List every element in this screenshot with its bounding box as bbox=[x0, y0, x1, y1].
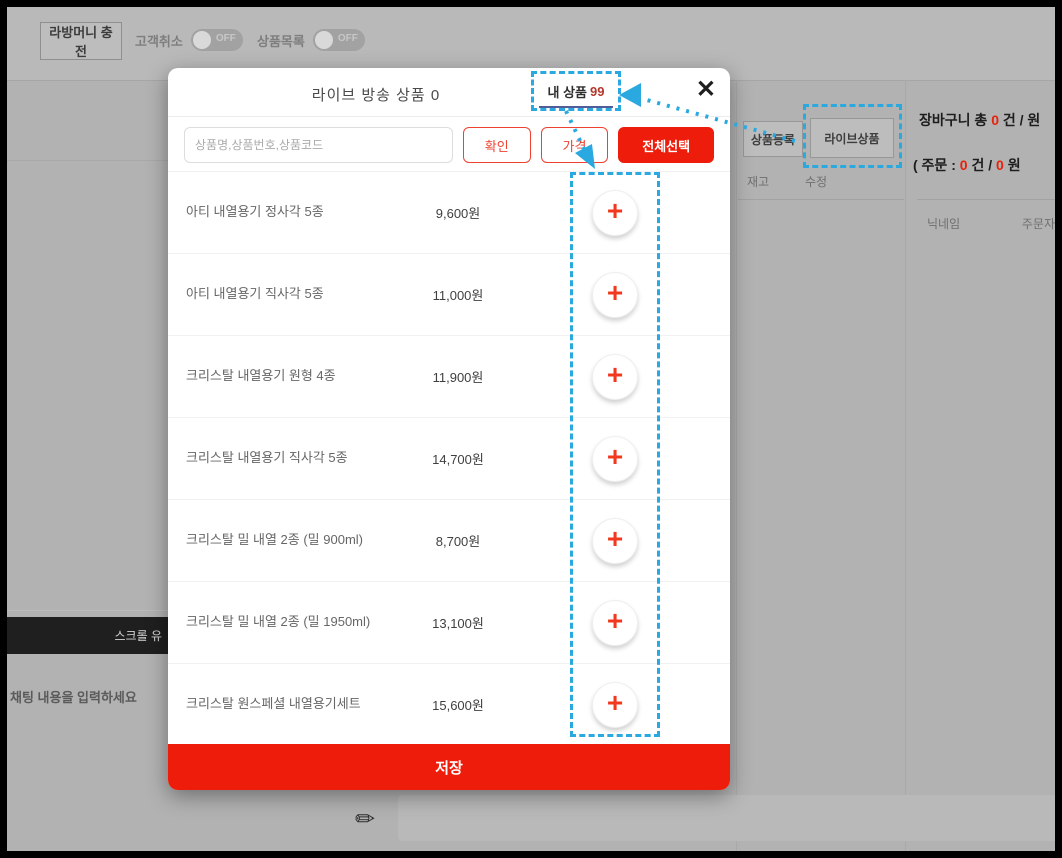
product-name: 아티 내열용기 정사각 5종 bbox=[186, 201, 398, 223]
customer-cancel-toggle-group: 고객취소 OFF bbox=[135, 29, 243, 51]
tab-live-products[interactable]: 라이브상품 bbox=[810, 118, 894, 158]
product-price: 11,000원 bbox=[398, 285, 518, 304]
order-summary: ( 주문 : 0 건 / 0 원 bbox=[913, 155, 1055, 175]
product-price: 8,700원 bbox=[398, 531, 518, 550]
confirm-button[interactable]: 확인 bbox=[463, 127, 531, 163]
product-price: 11,900원 bbox=[398, 367, 518, 386]
product-price: 15,600원 bbox=[398, 695, 518, 714]
order-amount: 0 bbox=[996, 157, 1004, 173]
pencil-icon[interactable]: ✏ bbox=[355, 805, 375, 834]
add-product-button[interactable]: + bbox=[592, 518, 638, 564]
customer-cancel-label: 고객취소 bbox=[135, 31, 183, 50]
divider bbox=[917, 199, 1055, 200]
my-products-label: 내 상품 bbox=[548, 82, 588, 101]
product-list-label: 상품목록 bbox=[257, 31, 305, 50]
order-mid: 건 / bbox=[971, 157, 992, 173]
product-name: 크리스탈 내열용기 원형 4종 bbox=[186, 365, 398, 387]
plus-cell: + bbox=[570, 682, 660, 728]
product-search-input[interactable] bbox=[184, 127, 453, 163]
add-product-button[interactable]: + bbox=[592, 600, 638, 646]
product-row: 아티 내열용기 직사각 5종 11,000원 + bbox=[168, 254, 730, 336]
close-icon[interactable]: ✕ bbox=[696, 78, 716, 102]
plus-icon: + bbox=[607, 197, 623, 225]
column-header-stock: 재고 bbox=[747, 173, 769, 190]
column-header-orderer: 주문자 bbox=[1022, 215, 1055, 232]
divider bbox=[7, 610, 168, 611]
column-header-edit: 수정 bbox=[805, 173, 827, 190]
search-toolbar: 확인 가격 전체선택 bbox=[168, 117, 730, 171]
product-row: 크리스탈 밀 내열 2종 (밀 1950ml) 13,100원 + bbox=[168, 582, 730, 664]
product-row: 아티 내열용기 정사각 5종 9,600원 + bbox=[168, 172, 730, 254]
order-count: 0 bbox=[960, 157, 968, 173]
add-product-button[interactable]: + bbox=[592, 354, 638, 400]
add-product-button[interactable]: + bbox=[592, 190, 638, 236]
order-table-headers: 닉네임 주문자 bbox=[927, 215, 1055, 232]
toggle-state-label: OFF bbox=[216, 33, 236, 44]
product-row: 크리스탈 원스페셜 내열용기세트 15,600원 + bbox=[168, 664, 730, 746]
toggle-knob bbox=[315, 31, 333, 49]
charge-money-button[interactable]: 라방머니 충전 bbox=[40, 22, 122, 60]
add-product-button[interactable]: + bbox=[592, 272, 638, 318]
my-products-count: 99 bbox=[590, 84, 604, 99]
plus-cell: + bbox=[570, 354, 660, 400]
divider bbox=[738, 199, 904, 200]
price-button[interactable]: 가격 bbox=[541, 127, 609, 163]
plus-cell: + bbox=[570, 272, 660, 318]
order-suffix: 원 bbox=[1008, 157, 1021, 173]
cart-summary: 장바구니 총 0 건 / 원 bbox=[919, 110, 1055, 130]
product-row: 크리스탈 밀 내열 2종 (밀 900ml) 8,700원 + bbox=[168, 500, 730, 582]
product-name: 크리스탈 원스페셜 내열용기세트 bbox=[186, 693, 398, 715]
plus-cell: + bbox=[570, 518, 660, 564]
my-products-button[interactable]: 내 상품 99 bbox=[531, 71, 621, 111]
live-product-modal: 라이브 방송 상품 0 내 상품 99 ✕ 확인 가격 전체선택 아티 내열용기… bbox=[168, 68, 730, 790]
plus-icon: + bbox=[607, 279, 623, 307]
scroll-keep-bar[interactable]: 스크롤 유 bbox=[7, 617, 168, 654]
panel-divider bbox=[905, 80, 906, 851]
plus-cell: + bbox=[570, 190, 660, 236]
product-row: 크리스탈 내열용기 직사각 5종 14,700원 + bbox=[168, 418, 730, 500]
scroll-keep-label: 스크롤 유 bbox=[115, 627, 163, 644]
product-row: 크리스탈 내열용기 원형 4종 11,900원 + bbox=[168, 336, 730, 418]
plus-icon: + bbox=[607, 525, 623, 553]
modal-title: 라이브 방송 상품 0 bbox=[256, 84, 496, 105]
chat-input-area[interactable] bbox=[398, 795, 1055, 841]
product-list-toggle-group: 상품목록 OFF bbox=[257, 29, 365, 51]
panel-divider bbox=[736, 80, 737, 851]
product-list-toggle[interactable]: OFF bbox=[313, 29, 365, 51]
my-products-underline bbox=[539, 106, 613, 108]
cart-suffix: 건 / 원 bbox=[1003, 112, 1040, 128]
toggle-knob bbox=[193, 31, 211, 49]
chat-input-placeholder[interactable]: 채팅 내용을 입력하세요 bbox=[10, 687, 137, 706]
cart-prefix: 장바구니 총 bbox=[919, 112, 987, 128]
tab-product-register[interactable]: 상품등록 bbox=[743, 121, 803, 157]
product-name: 아티 내열용기 직사각 5종 bbox=[186, 283, 398, 305]
plus-icon: + bbox=[607, 361, 623, 389]
plus-cell: + bbox=[570, 600, 660, 646]
toggle-state-label: OFF bbox=[338, 33, 358, 44]
plus-icon: + bbox=[607, 689, 623, 717]
product-list: 아티 내열용기 정사각 5종 9,600원 + 아티 내열용기 직사각 5종 1… bbox=[168, 171, 730, 746]
order-prefix: ( 주문 : bbox=[913, 157, 956, 173]
add-product-button[interactable]: + bbox=[592, 436, 638, 482]
product-price: 14,700원 bbox=[398, 449, 518, 468]
product-name: 크리스탈 밀 내열 2종 (밀 900ml) bbox=[186, 529, 398, 551]
product-name: 크리스탈 밀 내열 2종 (밀 1950ml) bbox=[186, 611, 398, 633]
select-all-button[interactable]: 전체선택 bbox=[618, 127, 714, 163]
save-button[interactable]: 저장 bbox=[168, 744, 730, 790]
add-product-button[interactable]: + bbox=[592, 682, 638, 728]
plus-cell: + bbox=[570, 436, 660, 482]
customer-cancel-toggle[interactable]: OFF bbox=[191, 29, 243, 51]
product-price: 13,100원 bbox=[398, 613, 518, 632]
app-screen: 라방머니 충전 고객취소 OFF 상품목록 OFF 상품등록 라이브상품 재고 … bbox=[7, 7, 1055, 851]
plus-icon: + bbox=[607, 607, 623, 635]
product-name: 크리스탈 내열용기 직사각 5종 bbox=[186, 447, 398, 469]
divider bbox=[7, 160, 168, 161]
plus-icon: + bbox=[607, 443, 623, 471]
modal-header: 라이브 방송 상품 0 내 상품 99 ✕ bbox=[168, 68, 730, 117]
product-price: 9,600원 bbox=[398, 203, 518, 222]
cart-count: 0 bbox=[991, 112, 999, 128]
column-header-nickname: 닉네임 bbox=[927, 215, 960, 232]
